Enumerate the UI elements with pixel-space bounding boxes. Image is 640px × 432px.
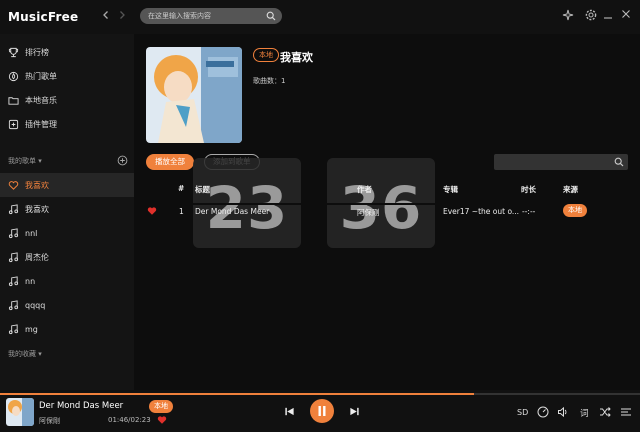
col-index-header: # [178,184,185,193]
volume-icon[interactable] [557,406,569,420]
search-icon[interactable] [266,11,276,27]
now-playing-title: Der Mond Das Meer [39,401,124,411]
row-title: Der Mond Das Meer [195,207,270,216]
sidebar-item-label: mg [25,324,38,334]
minimize-icon[interactable] [603,13,613,22]
sidebar-playlist-item[interactable]: 我喜欢 [0,197,134,221]
progress-fill [0,393,474,395]
quality-button[interactable]: SD [517,408,528,417]
my-favorites-header[interactable]: 我的收藏 ▾ [8,349,42,359]
now-playing-source-badge: 本地 [149,400,173,413]
my-playlists-header[interactable]: 我的歌单 ▾ [8,156,42,166]
title-bar: MusicFree 在这里输入搜索内容 [0,0,640,34]
pause-button[interactable] [310,399,334,423]
song-count-label: 歌曲数： [253,77,281,85]
playlist-title: 我喜欢 [280,51,313,64]
sidebar-playlist-item[interactable]: mg [0,317,134,341]
music-note-icon [8,203,19,214]
sidebar-item-label: 本地音乐 [25,95,57,105]
sidebar-item-local-music[interactable]: 本地音乐 [0,88,134,112]
back-icon[interactable] [100,10,112,22]
now-playing-time: 01:46/02:23 [108,416,151,424]
row-index: 1 [179,207,184,216]
sidebar-item-label: nnl [25,228,38,238]
sidebar-item-label: 我喜欢 [25,180,49,190]
folder-icon [8,96,19,105]
col-title-header[interactable]: 标题 [195,184,210,195]
my-favorites-title: 我的收藏 [8,350,36,358]
my-playlists-title: 我的歌单 [8,157,36,165]
close-icon[interactable] [621,9,631,21]
sidebar-item-label: 周杰伦 [25,252,49,262]
heart-icon [8,180,19,190]
theme-sparkle-icon[interactable] [562,9,574,23]
sidebar-playlist-item[interactable]: nnl [0,221,134,245]
col-album-header[interactable]: 专辑 [443,184,458,195]
sidebar-item-label: nn [25,276,36,286]
pause-icon [318,406,326,416]
music-note-icon [8,323,19,334]
music-note-icon [8,251,19,262]
sidebar-item-charts[interactable]: 排行榜 [0,40,134,64]
playlist-source-badge: 本地 [253,48,279,62]
album-cover [146,47,242,143]
search-icon [614,157,624,169]
col-artist-header[interactable]: 作者 [357,184,372,195]
sidebar-item-plugins[interactable]: 插件管理 [0,112,134,136]
music-note-icon [8,227,19,238]
sidebar-item-hot-playlists[interactable]: 热门歌单 [0,64,134,88]
app-logo: MusicFree [8,10,79,24]
row-duration: --:-- [522,207,536,216]
lyrics-button[interactable]: 词 [580,407,589,419]
chevron-down-icon: ▾ [38,350,42,358]
playlist-queue-icon[interactable] [620,406,632,420]
settings-gear-icon[interactable] [585,9,597,23]
fire-icon [8,71,19,81]
song-count-value: 1 [281,77,286,85]
col-source-header[interactable]: 来源 [563,184,578,195]
playlist-filter-input[interactable] [494,154,628,170]
sidebar-item-label: 我喜欢 [25,204,49,214]
next-track-icon[interactable] [349,406,360,419]
search-input[interactable]: 在这里输入搜索内容 [140,8,282,24]
now-playing-cover[interactable] [6,398,34,426]
speed-gauge-icon[interactable] [537,406,549,420]
previous-track-icon[interactable] [284,406,295,419]
search-placeholder: 在这里输入搜索内容 [148,12,211,20]
sidebar-item-label: 热门歌单 [25,71,57,81]
music-note-icon [8,275,19,286]
row-album[interactable]: Ever17 ~the out o... [443,207,519,216]
sidebar-playlist-item[interactable]: 周杰伦 [0,245,134,269]
music-note-icon [8,299,19,310]
trophy-icon [8,47,19,57]
sidebar-item-label: 排行榜 [25,47,49,57]
sidebar-playlist-item[interactable]: qqqq [0,293,134,317]
now-playing-heart-icon[interactable] [157,415,167,427]
shuffle-icon[interactable] [599,406,611,420]
chevron-down-icon: ▾ [38,157,42,165]
plugin-icon [8,119,19,129]
playlist-song-count: 歌曲数：1 [253,76,285,86]
row-artist[interactable]: 阿保剛 [357,207,380,218]
col-duration-header[interactable]: 时长 [521,184,536,195]
add-playlist-icon[interactable] [117,155,128,168]
now-playing-artist: 阿保剛 [39,417,60,425]
sidebar-playlist-item[interactable]: nn [0,269,134,293]
favorite-heart-icon[interactable] [147,206,157,218]
forward-icon[interactable] [116,10,128,22]
playback-progress[interactable] [0,393,640,395]
sidebar-item-label: 插件管理 [25,119,57,129]
row-source-badge: 本地 [563,204,587,217]
sidebar-item-label: qqqq [25,300,46,310]
play-all-button[interactable]: 播放全部 [146,154,194,170]
sidebar-playlist-favorites[interactable]: 我喜欢 [0,173,134,197]
